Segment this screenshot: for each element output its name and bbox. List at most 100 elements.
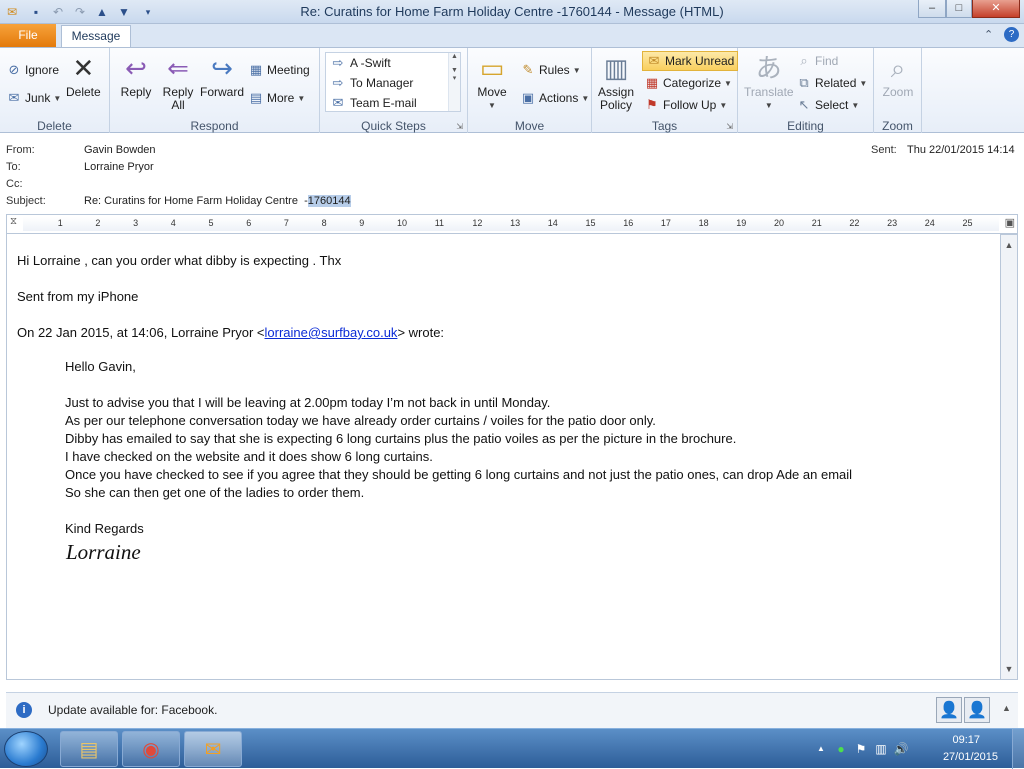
zoom-button[interactable]: ⌕ Zoom xyxy=(882,52,914,99)
ruler-number: 7 xyxy=(283,218,289,228)
actions-button[interactable]: ▣ Actions ▼ xyxy=(520,88,589,108)
from-value[interactable]: Gavin Bowden xyxy=(84,144,156,156)
junk-button[interactable]: ✉ Junk ▼ xyxy=(6,88,62,108)
delete-button[interactable]: ✕ Delete xyxy=(66,52,101,99)
actions-label: Actions xyxy=(539,91,579,105)
ruler-scale: 1 2 3 4 5 6 7 8 9 10 11 12 13 14 15 16 17 18 19 20 21 22 23 24 2… xyxy=(23,217,999,231)
volume-icon[interactable]: 🔊 xyxy=(893,741,909,757)
follow-up-button[interactable]: ⚑ Follow Up ▼ xyxy=(644,95,727,115)
expand-people-pane-icon[interactable]: ▲ xyxy=(1002,703,1011,713)
mark-unread-icon: ✉ xyxy=(648,53,660,68)
maximize-button[interactable]: □ xyxy=(946,0,972,18)
network-icon[interactable]: ▥ xyxy=(873,741,889,757)
quick-step-item[interactable]: ✉ Team E-mail xyxy=(326,93,460,113)
dialog-launcher-icon[interactable]: ⇲ xyxy=(456,122,463,131)
quick-step-item[interactable]: ⇨ To Manager xyxy=(326,73,460,93)
move-button[interactable]: ▭ Move ▼ xyxy=(476,52,508,112)
ruler-number: 10 xyxy=(397,218,408,228)
dialog-launcher-icon[interactable]: ⇲ xyxy=(726,122,733,131)
view-ruler-icon[interactable]: ▣ xyxy=(1005,216,1015,229)
mark-unread-label: Mark Unread xyxy=(665,54,735,68)
select-dropdown-icon: ▼ xyxy=(851,100,860,110)
clock-date[interactable]: 27/01/2015 xyxy=(943,751,998,763)
forward-button[interactable]: ↪ Forward xyxy=(200,52,244,99)
show-desktop-button[interactable] xyxy=(1012,729,1024,769)
translate-icon: あ xyxy=(755,53,782,83)
email-link[interactable]: lorraine@surfbay.co.uk xyxy=(265,325,398,340)
scroll-up-icon[interactable]: ▲ xyxy=(1001,237,1017,253)
subject-value[interactable]: Re: Curatins for Home Farm Holiday Centr… xyxy=(84,195,351,207)
more-dropdown-icon: ▼ xyxy=(297,93,306,103)
ruler-number: 21 xyxy=(811,218,822,228)
related-button[interactable]: ⧉ Related ▼ xyxy=(796,73,867,93)
scroll-down-icon[interactable]: ▼ xyxy=(1001,661,1017,677)
quoted-line: I have checked on the website and it doe… xyxy=(65,449,433,464)
select-button[interactable]: ↖ Select ▼ xyxy=(796,95,860,115)
to-manager-icon: ⇨ xyxy=(332,75,344,90)
start-button[interactable] xyxy=(4,731,48,767)
related-icon: ⧉ xyxy=(799,75,809,90)
quick-steps-scrollbar[interactable]: ▲ ▼ ▾ xyxy=(448,53,460,111)
magnifier-icon: ⌕ xyxy=(890,53,906,83)
categorize-button[interactable]: ▦ Categorize ▼ xyxy=(644,73,732,93)
person-avatar-icon[interactable]: 👤 xyxy=(936,697,962,723)
follow-up-label: Follow Up xyxy=(663,98,717,112)
group-label-delete: Delete xyxy=(37,119,72,133)
find-button[interactable]: ⌕ Find xyxy=(796,51,838,71)
mark-unread-button[interactable]: ✉ Mark Unread xyxy=(642,51,739,71)
help-icon[interactable]: ? xyxy=(1004,27,1019,42)
find-icon: ⌕ xyxy=(800,53,808,68)
actions-icon: ▣ xyxy=(521,90,535,105)
system-tray: ▲ ● ⚑ ▥ 🔊 09:17 27/01/2015 xyxy=(809,729,1024,769)
tab-message[interactable]: Message xyxy=(61,25,131,47)
meeting-button[interactable]: ▦ Meeting xyxy=(248,60,310,80)
close-button[interactable]: ✕ xyxy=(972,0,1020,18)
group-label-quick-steps: Quick Steps xyxy=(361,119,426,133)
group-label-move: Move xyxy=(514,119,545,133)
ruler-number: 11 xyxy=(434,218,445,228)
more-icon: ▤ xyxy=(249,90,263,105)
quote-header: On 22 Jan 2015, at 14:06, Lorraine Pryor… xyxy=(17,325,444,340)
title-bar: ✉ ▪ ↶ ↷ ▲ ▼ ▾ Re: Curatins for Home Farm… xyxy=(0,0,1024,24)
quoted-closing: Kind Regards xyxy=(65,521,144,536)
reply-all-button[interactable]: ⇐ Reply All xyxy=(162,52,194,112)
translate-button[interactable]: あ Translate ▼ xyxy=(744,52,794,112)
ignore-label: Ignore xyxy=(25,63,60,77)
ignore-button[interactable]: ⊘ Ignore xyxy=(6,60,59,80)
reply-button[interactable]: ↩ Reply xyxy=(120,52,152,99)
message-body[interactable]: Hi Lorraine , can you order what dibby i… xyxy=(6,234,1000,680)
ruler-number: 20 xyxy=(774,218,785,228)
show-hidden-icons-icon[interactable]: ▲ xyxy=(813,741,829,757)
team-email-icon: ✉ xyxy=(332,95,344,110)
vertical-scrollbar[interactable]: ▲ ▼ xyxy=(1000,234,1018,680)
ruler-number: 13 xyxy=(510,218,521,228)
outlook-taskbar-icon[interactable]: ✉ xyxy=(184,731,242,767)
group-tags: ▥ Assign Policy ✉ Mark Unread ▦ Categori… xyxy=(592,48,739,134)
quick-step-item[interactable]: ⇨ A -Swift xyxy=(326,53,460,73)
status-green-icon[interactable]: ● xyxy=(833,741,849,757)
quoted-greeting: Hello Gavin, xyxy=(65,359,136,374)
minimize-button[interactable]: – xyxy=(918,0,946,18)
move-dropdown-icon: ▼ xyxy=(488,101,496,110)
clock-time[interactable]: 09:17 xyxy=(952,734,980,746)
ruler-number: 16 xyxy=(623,218,634,228)
minimize-ribbon-icon[interactable]: ⌃ xyxy=(984,28,993,41)
people-pane-infobar: i Update available for: Facebook. 👤 👤 ▲ xyxy=(6,692,1018,728)
explorer-taskbar-icon[interactable]: ▤ xyxy=(60,731,118,767)
junk-dropdown-icon: ▼ xyxy=(53,93,62,103)
action-center-flag-icon[interactable]: ⚑ xyxy=(853,741,869,757)
tab-file[interactable]: File xyxy=(0,24,56,47)
ruler-number: 4 xyxy=(170,218,176,228)
person-avatar-icon[interactable]: 👤 xyxy=(964,697,990,723)
rules-button[interactable]: ✎ Rules ▼ xyxy=(520,60,581,80)
ribbon: ⊘ Ignore ✉ Junk ▼ ✕ Delete Delete ↩ Repl… xyxy=(0,47,1024,134)
quote-suffix: > wrote: xyxy=(397,325,445,340)
update-notice[interactable]: Update available for: Facebook. xyxy=(48,703,217,717)
to-value[interactable]: Lorraine Pryor xyxy=(84,161,154,173)
more-respond-button[interactable]: ▤ More ▼ xyxy=(248,88,305,108)
assign-policy-button[interactable]: ▥ Assign Policy xyxy=(598,52,634,112)
ruler-indent-marker-icon[interactable]: ⧖ xyxy=(10,216,17,227)
ruler[interactable]: ⧖ 1 2 3 4 5 6 7 8 9 10 11 12 13 14 15 16 17 18 19 20 21 22 23 2… xyxy=(6,214,1018,234)
reply-all-label-2: All xyxy=(171,98,185,112)
chrome-taskbar-icon[interactable]: ◉ xyxy=(122,731,180,767)
